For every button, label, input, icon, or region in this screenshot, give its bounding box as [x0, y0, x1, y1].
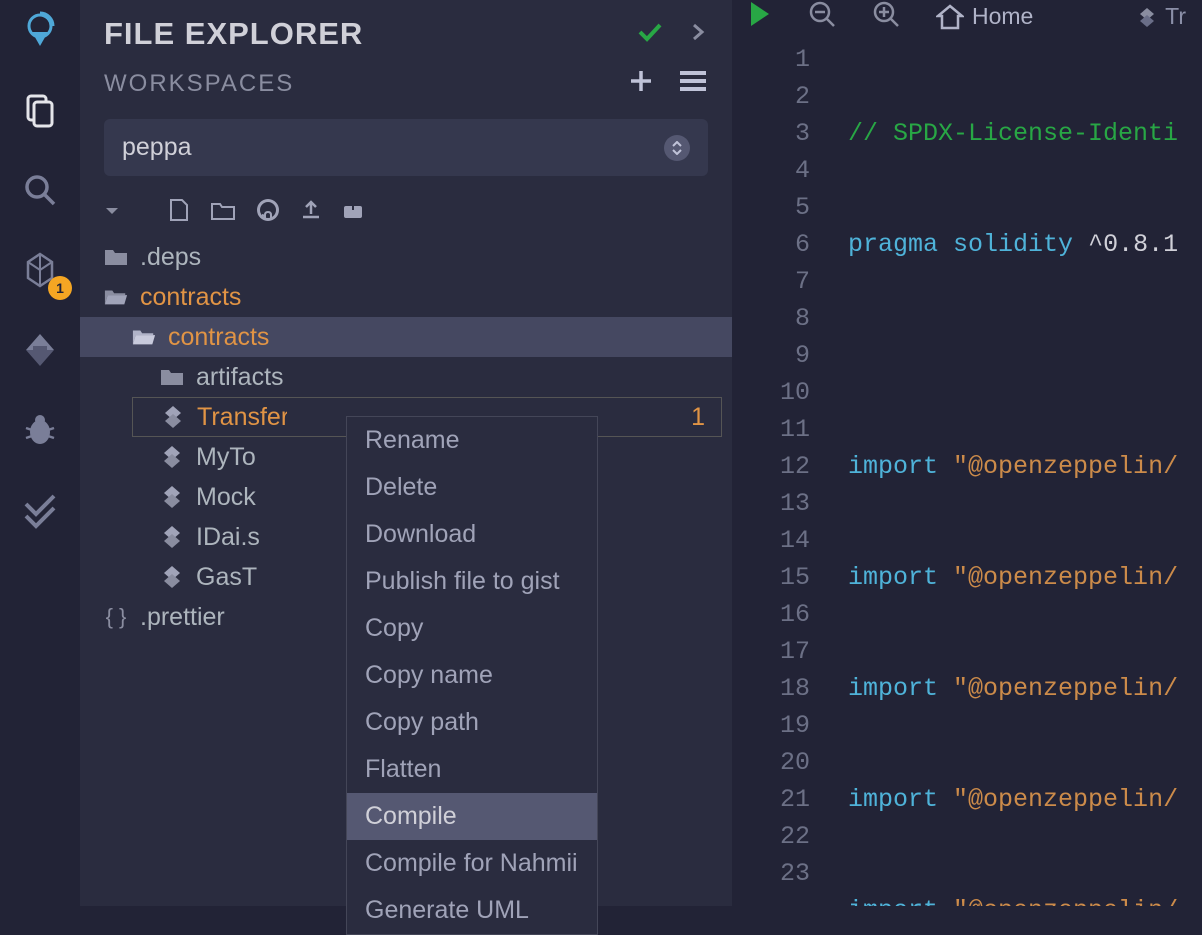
home-tab[interactable]: Home [936, 3, 1033, 30]
context-flatten[interactable]: Flatten [347, 746, 597, 793]
workspace-select[interactable]: peppa [104, 119, 708, 176]
compiler-badge: 1 [48, 276, 72, 300]
load-icon[interactable] [342, 200, 364, 225]
folder-icon [160, 367, 184, 387]
chevron-right-icon[interactable] [688, 22, 708, 47]
file-explorer-panel: FILE EXPLORER WORKSPACES peppa .deps [80, 0, 732, 906]
solidity-icon [161, 405, 185, 429]
play-icon[interactable] [748, 0, 772, 33]
context-compile[interactable]: Compile [347, 793, 597, 840]
folder-open-icon [104, 287, 128, 307]
logo-icon[interactable] [20, 10, 60, 50]
search-icon[interactable] [20, 170, 60, 210]
context-publish[interactable]: Publish file to gist [347, 558, 597, 605]
context-delete[interactable]: Delete [347, 464, 597, 511]
context-copy-path[interactable]: Copy path [347, 699, 597, 746]
github-icon[interactable] [256, 198, 280, 227]
new-folder-icon[interactable] [210, 199, 236, 226]
check-icon[interactable] [636, 18, 664, 51]
solidity-icon [160, 445, 184, 469]
new-file-icon[interactable] [168, 198, 190, 227]
zoom-in-icon[interactable] [872, 0, 900, 33]
tree-folder-artifacts[interactable]: artifacts [80, 357, 732, 397]
debugger-icon[interactable] [20, 410, 60, 450]
editor-toolbar: Home Tr [732, 0, 1202, 33]
context-copy[interactable]: Copy [347, 605, 597, 652]
tree-folder-contracts-nested[interactable]: contracts [80, 317, 732, 357]
folder-icon [104, 247, 128, 267]
zoom-out-icon[interactable] [808, 0, 836, 33]
upload-icon[interactable] [300, 199, 322, 226]
code-area[interactable]: 1234567891011121314151617181920212223 //… [732, 33, 1202, 906]
error-count: 1 [691, 403, 705, 432]
select-indicator-icon [664, 135, 690, 161]
panel-title: FILE EXPLORER [104, 16, 363, 52]
checks-icon[interactable] [20, 490, 60, 530]
compiler-icon[interactable]: 1 [20, 250, 60, 290]
add-workspace-icon[interactable] [628, 68, 654, 99]
context-compile-nahmii[interactable]: Compile for Nahmii [347, 840, 597, 887]
files-icon[interactable] [20, 90, 60, 130]
braces-icon: { } [104, 604, 128, 630]
context-copy-name[interactable]: Copy name [347, 652, 597, 699]
solidity-icon [160, 525, 184, 549]
workspace-name: peppa [122, 133, 192, 162]
hamburger-icon[interactable] [678, 68, 708, 99]
context-download[interactable]: Download [347, 511, 597, 558]
code-content[interactable]: // SPDX-License-Identi pragma solidity ^… [830, 33, 1202, 906]
editor-panel: Home Tr 12345678910111213141516171819202… [732, 0, 1202, 906]
tree-folder-deps[interactable]: .deps [80, 237, 732, 277]
collapse-icon[interactable] [104, 204, 120, 222]
solidity-icon [1139, 7, 1155, 27]
file-tab[interactable]: Tr [1139, 3, 1186, 30]
line-gutter: 1234567891011121314151617181920212223 [732, 33, 830, 906]
context-generate-uml[interactable]: Generate UML [347, 887, 597, 934]
folder-open-icon [132, 327, 156, 347]
solidity-icon [160, 485, 184, 509]
context-rename[interactable]: Rename [347, 417, 597, 464]
home-icon [936, 4, 964, 30]
context-menu: Rename Delete Download Publish file to g… [346, 416, 598, 935]
workspaces-label: WORKSPACES [104, 70, 294, 98]
icon-sidebar: 1 [0, 0, 80, 906]
tree-folder-contracts[interactable]: contracts [80, 277, 732, 317]
file-toolbar [80, 192, 732, 233]
solidity-icon [160, 565, 184, 589]
deploy-icon[interactable] [20, 330, 60, 370]
